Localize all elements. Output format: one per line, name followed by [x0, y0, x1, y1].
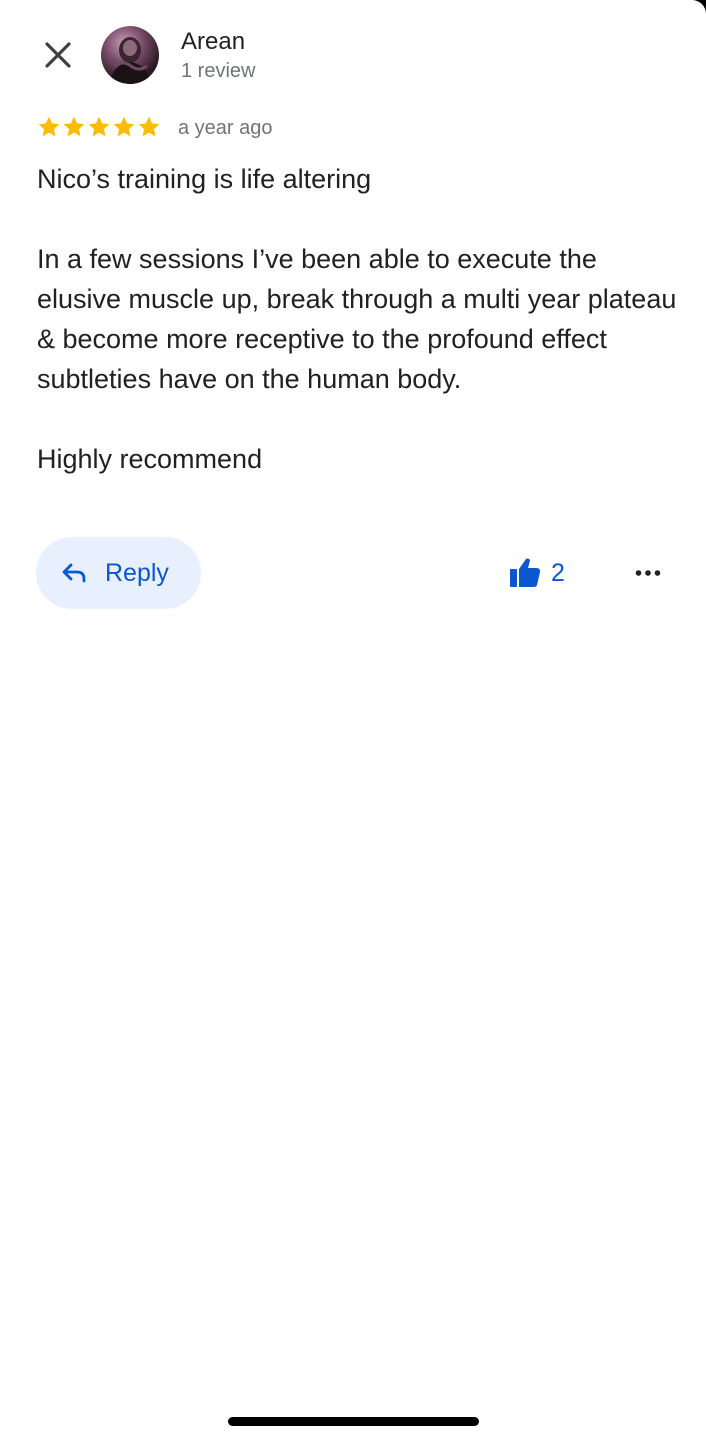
thumbs-up-icon [510, 558, 541, 587]
star-icon [138, 116, 160, 137]
star-icon [63, 116, 85, 137]
avatar[interactable] [101, 26, 159, 84]
sheet-corner [678, 0, 706, 28]
star-rating [37, 115, 161, 139]
review-paragraph: Highly recommend [37, 444, 263, 474]
close-button[interactable] [36, 33, 80, 77]
review-paragraph: In a few sessions I’ve been able to exec… [37, 244, 677, 394]
author-review-count: 1 review [181, 60, 256, 82]
review-text: Nico’s training is life altering In a fe… [37, 159, 677, 479]
close-icon [45, 42, 71, 68]
like-button[interactable]: 2 [508, 553, 565, 593]
review-time-ago: a year ago [178, 117, 273, 139]
like-count: 2 [551, 559, 565, 587]
home-indicator[interactable] [228, 1417, 479, 1426]
review-paragraph: Nico’s training is life altering [37, 164, 372, 194]
more-horizontal-icon [635, 570, 661, 576]
reply-arrow-icon [62, 563, 86, 583]
avatar-image [109, 37, 151, 84]
author-name[interactable]: Arean [181, 27, 245, 57]
star-icon [88, 116, 110, 137]
star-icon [38, 116, 60, 137]
more-options-button[interactable] [626, 553, 670, 593]
star-icon [113, 116, 135, 137]
reply-label: Reply [105, 559, 169, 587]
reply-button[interactable]: Reply [36, 537, 201, 609]
